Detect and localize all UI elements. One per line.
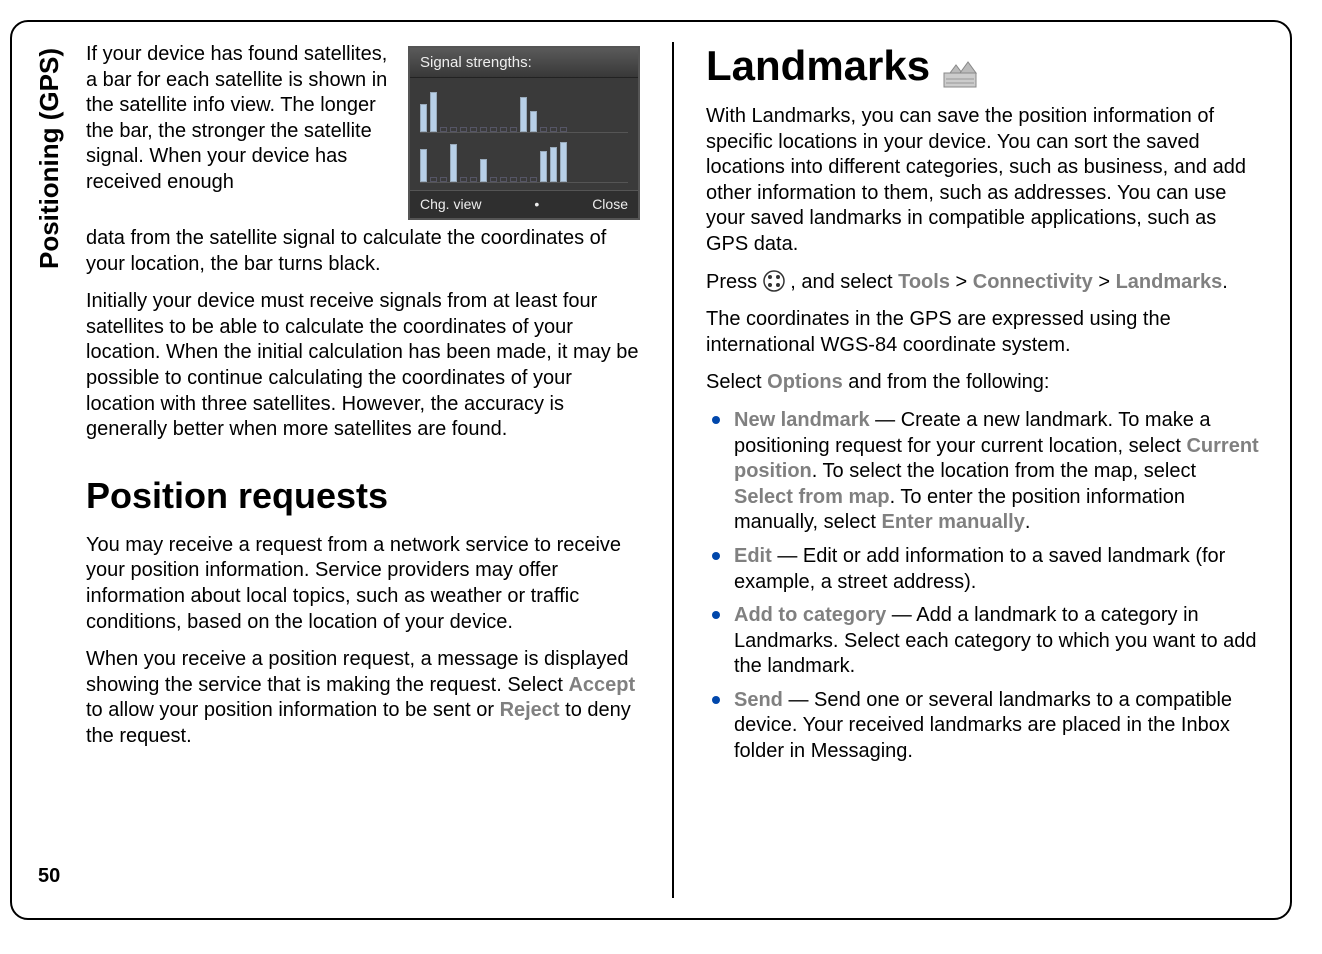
softkey-center: •: [534, 196, 539, 212]
opt-send: Send: [734, 689, 783, 711]
figure-softkeys: Chg. view • Close: [410, 190, 638, 218]
opt-enter-manually: Enter manually: [881, 511, 1024, 533]
paragraph: The coordinates in the GPS are expressed…: [706, 307, 1260, 358]
signal-strength-figure: Signal strengths:: [408, 46, 640, 220]
opt-add-to-category: Add to category: [734, 604, 886, 626]
list-item: Edit — Edit or add information to a save…: [708, 544, 1260, 595]
list-item: New landmark — Create a new landmark. To…: [708, 408, 1260, 536]
paragraph: With Landmarks, you can save the positio…: [706, 104, 1260, 258]
menu-tools: Tools: [898, 271, 950, 293]
opt-select-from-map: Select from map: [734, 486, 890, 508]
section-label: Positioning (GPS): [34, 48, 65, 269]
landmarks-icon: [942, 51, 978, 81]
menu-key-icon: [763, 270, 785, 292]
opt-edit: Edit: [734, 545, 772, 567]
page-number: 50: [38, 865, 60, 888]
right-column: Landmarks With Landmarks, you can save t…: [706, 42, 1260, 898]
softkey-right: Close: [592, 196, 628, 212]
two-column-layout: Signal strengths:: [86, 42, 1260, 898]
options-label: Options: [767, 371, 843, 393]
softkey-left: Chg. view: [420, 196, 481, 212]
select-options-line: Select Options and from the following:: [706, 370, 1260, 396]
list-item: Send — Send one or several landmarks to …: [708, 688, 1260, 765]
intro-with-figure: Signal strengths:: [86, 42, 640, 226]
heading-landmarks: Landmarks: [706, 42, 1260, 90]
bar-row-2: [420, 135, 628, 183]
press-instruction: Press , and select Tools > Connectivity …: [706, 270, 1260, 296]
paragraph: Initially your device must receive signa…: [86, 289, 640, 443]
accept-label: Accept: [568, 674, 635, 696]
menu-landmarks: Landmarks: [1116, 271, 1223, 293]
options-list: New landmark — Create a new landmark. To…: [706, 408, 1260, 773]
figure-bars-area: [410, 78, 638, 190]
list-item: Add to category — Add a landmark to a ca…: [708, 603, 1260, 680]
paragraph: You may receive a request from a network…: [86, 533, 640, 635]
column-divider: [672, 42, 674, 898]
heading-position-requests: Position requests: [86, 475, 640, 517]
menu-connectivity: Connectivity: [973, 271, 1093, 293]
bar-row-1: [420, 85, 628, 133]
figure-title: Signal strengths:: [410, 48, 638, 78]
reject-label: Reject: [500, 699, 560, 721]
left-column: Signal strengths:: [86, 42, 640, 898]
side-tab: Positioning (GPS): [26, 42, 72, 898]
paragraph: data from the satellite signal to calcul…: [86, 226, 640, 277]
page-frame: Positioning (GPS) 50 Signal strengths:: [10, 20, 1292, 920]
opt-new-landmark: New landmark: [734, 409, 870, 431]
paragraph-accept-reject: When you receive a position request, a m…: [86, 647, 640, 749]
